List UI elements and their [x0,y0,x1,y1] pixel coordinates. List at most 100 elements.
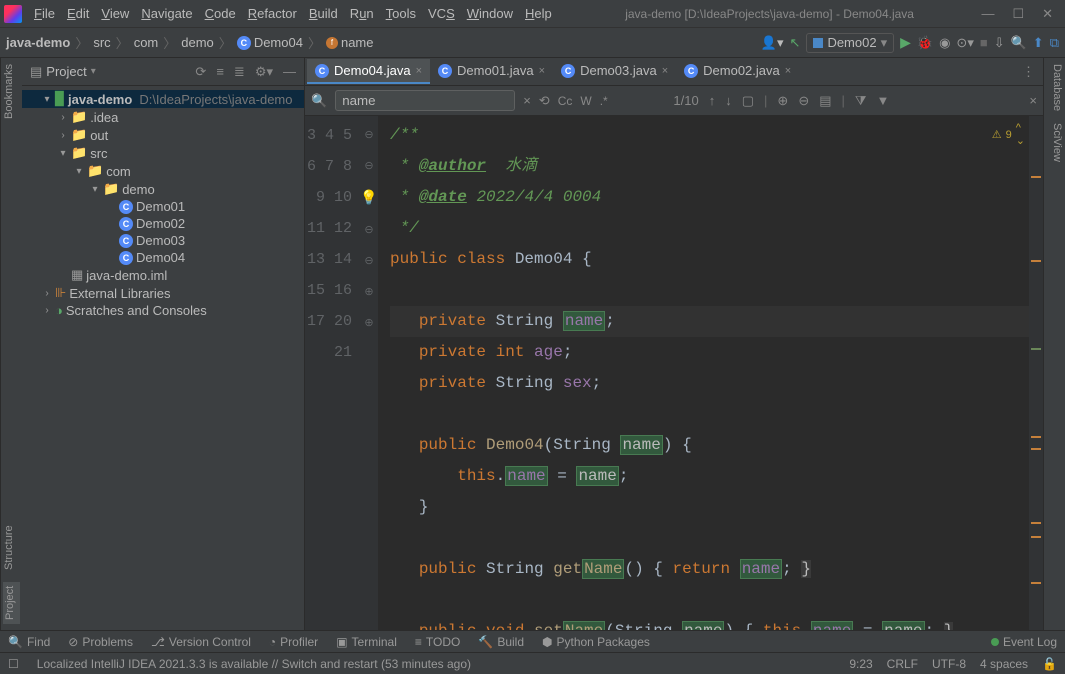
tree-item[interactable]: ›⊪External Libraries [22,284,304,302]
tree-item[interactable]: ›📁.idea [22,108,304,126]
select-opened-icon[interactable]: ⟳ [195,64,206,80]
warning-badge[interactable]: ⚠ 9 ^ ⌄ [992,122,1025,147]
regex[interactable]: .* [600,94,608,108]
tree-item[interactable]: ›📁out [22,126,304,144]
close-icon[interactable]: × [539,65,545,77]
run-config-selector[interactable]: Demo02 ▾ [806,33,894,53]
breadcrumb-item[interactable]: demo [181,35,214,50]
hide-icon[interactable]: — [283,64,296,80]
tree-item[interactable]: CDemo02 [22,215,304,232]
line-separator[interactable]: CRLF [887,657,918,671]
fold-gutter[interactable]: ⊖ ⊖ 💡 ⊖ ⊖ ⊕ ⊕ [360,116,378,630]
breadcrumb-item[interactable]: Demo04 [254,35,303,50]
reload-icon[interactable]: ↖ [790,35,801,51]
tab-demo04[interactable]: CDemo04.java× [307,59,430,84]
tool-todo[interactable]: ≡ TODO [415,635,460,649]
readonly-icon[interactable]: 🔓 [1042,657,1057,671]
file-encoding[interactable]: UTF-8 [932,657,966,671]
side-tab-sciview[interactable]: SciView [1046,123,1063,162]
tab-demo03[interactable]: CDemo03.java× [553,59,676,84]
code-content[interactable]: /** * @author 水滴 * @date 2022/4/4 0004 *… [378,116,1029,630]
side-tab-database[interactable]: Database [1046,64,1063,111]
next-match-icon[interactable]: ↓ [725,93,732,108]
menu-window[interactable]: Window [461,4,519,23]
filter-icon[interactable]: ⧩ [855,93,867,109]
caret-position[interactable]: 9:23 [849,657,872,671]
match-case[interactable]: Cc [558,94,573,108]
breadcrumb-item[interactable]: com [134,35,159,50]
vcs-update-button[interactable]: ⇩ [994,35,1005,51]
funnel-icon[interactable]: ▼ [877,93,890,108]
line-gutter[interactable]: 3 4 5 6 7 8 9 10 11 12 13 14 15 16 17 20… [305,116,360,630]
tree-item[interactable]: ▾📁com [22,162,304,180]
tree-item[interactable]: ▾📁src [22,144,304,162]
remove-selection-icon[interactable]: ⊖ [798,93,809,109]
breadcrumb-item[interactable]: java-demo [6,35,70,50]
maximize-button[interactable]: ☐ [1012,6,1024,22]
menu-view[interactable]: View [95,4,135,23]
history-icon[interactable]: ⟲ [539,93,550,109]
select-all-icon[interactable]: ▢ [742,93,754,109]
close-icon[interactable]: × [785,65,791,77]
tool-problems[interactable]: ⊘ Problems [68,635,133,649]
settings-icon[interactable]: ⚙▾ [255,64,273,80]
close-icon[interactable]: × [662,65,668,77]
minimize-button[interactable]: — [981,6,994,22]
tool-build[interactable]: 🔨 Build [478,635,524,649]
menu-refactor[interactable]: Refactor [242,4,303,23]
code-editor[interactable]: 3 4 5 6 7 8 9 10 11 12 13 14 15 16 17 20… [305,116,1043,630]
add-selection-icon[interactable]: ⊕ [777,93,788,109]
menu-vcs[interactable]: VCS [422,4,461,23]
debug-button[interactable]: 🐞 [917,35,933,51]
ide-button[interactable]: ⧉ [1050,35,1059,51]
menu-run[interactable]: Run [344,4,380,23]
close-find-icon[interactable]: × [1029,93,1037,108]
menu-edit[interactable]: Edit [61,4,95,23]
tool-python[interactable]: ⬢ Python Packages [542,635,650,649]
tab-demo01[interactable]: CDemo01.java× [430,59,553,84]
error-stripe[interactable]: ⚠ 9 ^ ⌄ [1029,116,1043,630]
run-button[interactable]: ▶ [900,34,911,51]
expand-all-icon[interactable]: ≡ [216,64,224,80]
tree-item[interactable]: CDemo01 [22,198,304,215]
tool-terminal[interactable]: ▣ Terminal [336,635,397,649]
tool-profiler[interactable]: ◔ Profiler [269,635,318,649]
tree-item[interactable]: ▾📁demo [22,180,304,198]
side-tab-project[interactable]: Project [3,582,20,624]
tool-find[interactable]: 🔍 Find [8,635,50,649]
tool-vcs[interactable]: ⎇ Version Control [151,635,251,649]
stop-button[interactable]: ■ [980,35,988,50]
project-panel-title[interactable]: ▤ Project ▾ [30,64,96,80]
project-tree[interactable]: ▾▉ java-demo D:\IdeaProjects\java-demo ›… [22,86,304,323]
menu-code[interactable]: Code [199,4,242,23]
status-message[interactable]: Localized IntelliJ IDEA 2021.3.3 is avai… [37,657,471,671]
breadcrumb-item[interactable]: src [93,35,110,50]
tab-list-icon[interactable]: ⋮ [1022,64,1035,80]
breadcrumb[interactable]: java-demo〉 src〉 com〉 demo〉 C Demo04〉 f n… [6,33,374,52]
event-log[interactable]: Event Log [991,635,1057,649]
menu-build[interactable]: Build [303,4,344,23]
collapse-all-icon[interactable]: ≣ [234,64,245,80]
profile-button[interactable]: ⊙▾ [956,35,973,51]
menu-help[interactable]: Help [519,4,558,23]
whole-word[interactable]: W [580,94,591,108]
coverage-button[interactable]: ◉ [939,35,950,51]
close-button[interactable]: ✕ [1042,6,1053,22]
side-tab-bookmarks[interactable]: Bookmarks [3,64,20,119]
select-occur-icon[interactable]: ▤ [819,93,831,109]
menu-navigate[interactable]: Navigate [135,4,198,23]
tree-item[interactable]: CDemo04 [22,249,304,266]
prev-match-icon[interactable]: ↑ [709,93,716,108]
sync-button[interactable]: ⬆ [1033,35,1044,51]
tree-item[interactable]: ▦java-demo.iml [22,266,304,284]
side-tab-structure[interactable]: Structure [3,525,20,570]
tree-item[interactable]: CDemo03 [22,232,304,249]
tree-item[interactable]: ›◑Scratches and Consoles [22,302,304,319]
status-icon[interactable]: ☐ [8,657,19,671]
indent-setting[interactable]: 4 spaces [980,657,1028,671]
menu-file[interactable]: File [28,4,61,23]
search-input[interactable] [335,90,515,111]
tab-demo02[interactable]: CDemo02.java× [676,59,799,84]
clear-search-icon[interactable]: × [523,93,531,108]
search-button[interactable]: 🔍 [1011,35,1027,51]
